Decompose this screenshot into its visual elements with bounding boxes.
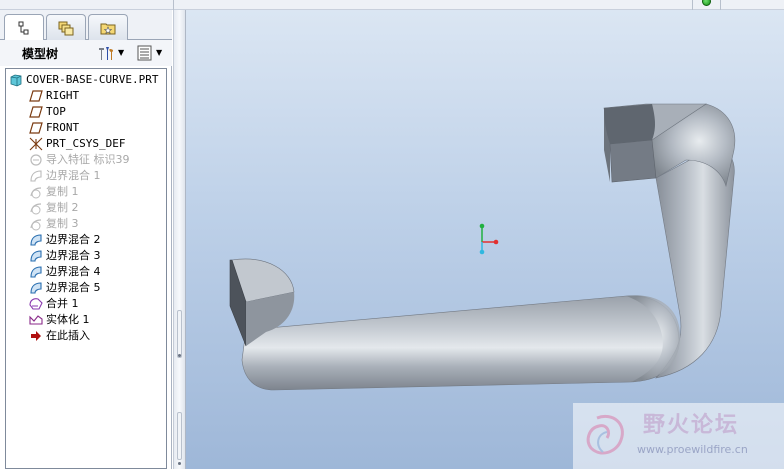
chevron-down-icon: ▼ [118, 48, 125, 57]
tree-item-label: 边界混合 5 [46, 281, 101, 294]
splitter-grip-icon[interactable] [178, 462, 181, 465]
tree-show-icon [137, 45, 152, 61]
model-tree-title: 模型树 [22, 47, 59, 61]
tree-item-label: 合并 1 [46, 297, 79, 310]
tree-item-label: RIGHT [46, 89, 80, 102]
top-toolbar-strip [0, 0, 784, 10]
model-graphics [229, 103, 736, 391]
forum-watermark: 野火论坛 www.proewildfire.cn [573, 403, 784, 469]
splitter-grip-icon[interactable] [178, 354, 181, 357]
tree-root-label: COVER-BASE-CURVE.PRT [26, 73, 159, 86]
tree-item-label: TOP [46, 105, 66, 118]
copy-icon [28, 201, 44, 215]
tree-item-label: 复制 1 [46, 185, 79, 198]
tree-item-boundary-blend-4[interactable]: 边界混合 4 [28, 264, 188, 280]
model-horizontal-section [241, 295, 680, 391]
tree-item-label: 边界混合 3 [46, 249, 101, 262]
boundary-blend-icon [28, 265, 44, 279]
part-icon [8, 73, 24, 87]
model-top-block-face [609, 139, 657, 183]
toolbar-separator [720, 0, 721, 10]
solidify-icon [28, 313, 44, 327]
model-top-block-cap [604, 104, 655, 144]
tree-item-copy-3[interactable]: 复制 3 [28, 216, 188, 232]
flame-logo-icon [586, 415, 624, 455]
graphics-viewport[interactable] [186, 10, 784, 469]
tree-item-label: 实体化 1 [46, 313, 90, 326]
tree-item-merge-1[interactable]: 合并 1 [28, 296, 188, 312]
boundary-blend-icon [28, 233, 44, 247]
tree-item-solidify-1[interactable]: 实体化 1 [28, 312, 188, 328]
tree-item-label: 导入特征 标识39 [46, 153, 130, 166]
tree-item-insert-here[interactable]: 在此插入 [28, 328, 188, 344]
model-tree: COVER-BASE-CURVE.PRT RIGHT TOP FRONT PRT… [5, 68, 167, 469]
merge-icon [28, 297, 44, 311]
favorites-icon [100, 23, 116, 34]
tree-item-import[interactable]: 导入特征 标识39 [28, 152, 188, 168]
tree-item-label: 在此插入 [46, 329, 90, 342]
tree-item-label: 边界混合 1 [46, 169, 101, 182]
tab-model-tree[interactable] [4, 14, 44, 41]
datum-plane-icon [28, 89, 44, 103]
boundary-blend-icon [28, 281, 44, 295]
tree-item-label: 复制 3 [46, 217, 79, 230]
tree-item-right[interactable]: RIGHT [28, 88, 188, 104]
tab-folder-browser[interactable] [46, 14, 86, 40]
watermark-title: 野火论坛 [643, 413, 740, 438]
tree-item-boundary-blend-2[interactable]: 边界混合 2 [28, 232, 188, 248]
toolbar-separator [173, 0, 174, 10]
chevron-down-icon: ▼ [156, 48, 163, 57]
watermark-url: www.proewildfire.cn [637, 443, 748, 456]
navigator-panel: 模型树 ▼ ▼ COVER-BASE-CURVE.PRT RIGHT TOP F… [0, 10, 172, 469]
tree-root-item[interactable]: COVER-BASE-CURVE.PRT [8, 72, 168, 88]
boundary-blend-icon [28, 169, 44, 183]
tree-item-label: 复制 2 [46, 201, 79, 214]
tree-item-csys[interactable]: PRT_CSYS_DEF [28, 136, 188, 152]
copy-icon [28, 185, 44, 199]
model-tree-header: 模型树 ▼ ▼ [0, 40, 172, 66]
tree-item-label: 边界混合 2 [46, 233, 101, 246]
folder-browser-icon [58, 21, 74, 35]
tree-item-top[interactable]: TOP [28, 104, 188, 120]
copy-icon [28, 217, 44, 231]
tab-favorites[interactable] [88, 14, 128, 40]
tree-settings-icon [99, 47, 114, 60]
datum-plane-icon [28, 105, 44, 119]
tree-item-boundary-blend-1[interactable]: 边界混合 1 [28, 168, 188, 184]
tree-item-front[interactable]: FRONT [28, 120, 188, 136]
coordinate-triad-icon [479, 223, 499, 255]
model-tree-icon [18, 21, 29, 35]
tree-item-copy-1[interactable]: 复制 1 [28, 184, 188, 200]
status-light-icon [702, 0, 711, 6]
tree-item-boundary-blend-3[interactable]: 边界混合 3 [28, 248, 188, 264]
datum-plane-icon [28, 121, 44, 135]
import-feature-icon [28, 153, 44, 167]
tree-show-button[interactable]: ▼ [136, 43, 168, 63]
navigator-tabs [0, 10, 172, 41]
insert-here-arrow-icon [28, 329, 44, 343]
tree-item-boundary-blend-5[interactable]: 边界混合 5 [28, 280, 188, 296]
tree-item-label: 边界混合 4 [46, 265, 101, 278]
tree-settings-button[interactable]: ▼ [96, 43, 126, 63]
tree-item-label: FRONT [46, 121, 80, 134]
coordinate-system-icon [28, 137, 44, 151]
splitter-rail [177, 412, 182, 460]
panel-splitter[interactable] [173, 10, 186, 469]
tree-item-label: PRT_CSYS_DEF [46, 137, 126, 150]
boundary-blend-icon [28, 249, 44, 263]
toolbar-separator [692, 0, 693, 10]
splitter-rail [177, 310, 182, 358]
tree-item-copy-2[interactable]: 复制 2 [28, 200, 188, 216]
